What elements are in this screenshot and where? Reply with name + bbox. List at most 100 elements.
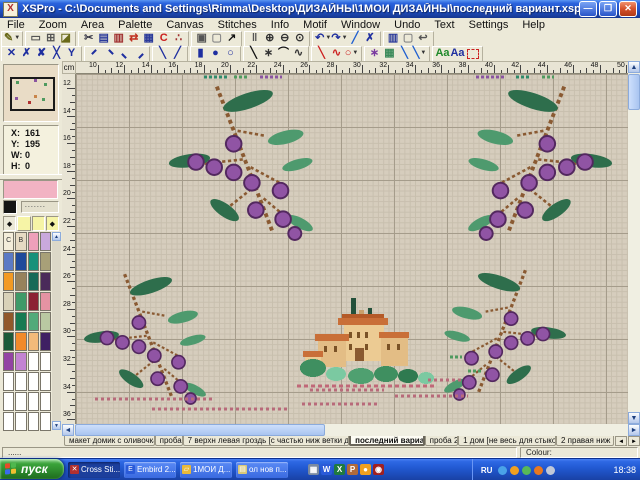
palette-swatch[interactable] — [28, 412, 39, 431]
menu-file[interactable]: File — [0, 19, 32, 31]
menu-window[interactable]: Window — [334, 19, 387, 31]
draw-line-tool-button[interactable]: ╱ — [348, 32, 363, 45]
palette-swatch[interactable] — [3, 252, 14, 271]
close-button[interactable]: ✕ — [619, 1, 637, 17]
olive-motif[interactable] — [466, 85, 613, 240]
three-quarter-stitch-1-button[interactable]: ✗ — [19, 47, 34, 60]
palette-swatch[interactable] — [3, 392, 14, 411]
flip-tool-button[interactable]: ⇄ — [126, 32, 141, 45]
palette-swatch[interactable] — [15, 372, 26, 391]
palette-swatch[interactable] — [40, 332, 51, 351]
scroll-right-icon[interactable]: ► — [628, 424, 640, 436]
palette-swatch[interactable] — [3, 352, 14, 371]
stitch-canvas[interactable] — [76, 74, 628, 424]
palette-swatch[interactable] — [40, 292, 51, 311]
black-thread-swatch[interactable] — [3, 200, 17, 214]
revert-button[interactable]: ↩ — [416, 32, 431, 45]
rotate-tool-button[interactable]: C — [156, 32, 171, 45]
palette-swatch[interactable] — [15, 412, 26, 431]
palette-scroll-down-icon[interactable]: ▼ — [52, 421, 61, 430]
pencil-tool-button[interactable]: ✎▼ — [4, 32, 20, 45]
palette-swatch[interactable] — [40, 252, 51, 271]
backstitch-line-button[interactable]: ╲ — [246, 47, 261, 60]
palette-swatch[interactable] — [28, 312, 39, 331]
palette-swatch[interactable] — [3, 272, 14, 291]
bead-button[interactable]: ○ — [223, 47, 238, 60]
current-color-swatch[interactable] — [3, 180, 58, 199]
import-motif-button[interactable]: ▥ — [386, 32, 401, 45]
scroll-left-icon[interactable]: ◄ — [62, 424, 74, 436]
olive-motif[interactable] — [168, 85, 315, 240]
palette-swatch[interactable] — [3, 412, 14, 431]
palette-swatch[interactable] — [28, 332, 39, 351]
palette-swatch[interactable] — [15, 392, 26, 411]
undo-button[interactable]: ↶▼ — [315, 32, 331, 45]
zoom-out-button[interactable]: ⊖ — [277, 32, 292, 45]
palette-swatch[interactable] — [28, 252, 39, 271]
pattern-tab[interactable]: последний вариант — [349, 436, 424, 446]
palette-swatch[interactable] — [40, 412, 51, 431]
new-page-button[interactable]: ▢ — [401, 32, 416, 45]
blend-diamond-icon[interactable]: ◆ — [3, 216, 16, 231]
half-stitch-back-button[interactable]: ╲ — [155, 47, 170, 60]
clone-select-tool-button[interactable]: ⊞ — [43, 32, 58, 45]
palette-swatch[interactable] — [40, 312, 51, 331]
palette-swatch[interactable] — [28, 232, 39, 251]
zoom-actual-button[interactable]: ⊙ — [292, 32, 307, 45]
red-app-icon[interactable]: ◉ — [373, 464, 384, 475]
photoshop-icon[interactable]: P — [347, 464, 358, 475]
menu-area[interactable]: Area — [74, 19, 111, 31]
palette-swatch[interactable]: C — [3, 232, 14, 251]
palette-scroll-up-icon[interactable]: ▲ — [52, 232, 61, 241]
quarter-stitch-4-button[interactable] — [132, 47, 147, 60]
delete-stitch-button[interactable]: ✗ — [363, 32, 378, 45]
tray-icon[interactable] — [510, 466, 519, 475]
circle-tool-dropdown-icon[interactable]: ▼ — [352, 47, 358, 60]
quarter-stitch-3-button[interactable] — [117, 47, 132, 60]
blue-line-2-button[interactable]: ╲▼ — [412, 47, 427, 60]
pattern-tab[interactable]: 2 правая ниж гр — [556, 436, 614, 446]
french-knot-button[interactable]: ● — [208, 47, 223, 60]
blend-swatch[interactable] — [32, 216, 45, 231]
blend-diamond-icon[interactable]: ◆ — [46, 216, 59, 231]
design-preview[interactable] — [3, 64, 59, 122]
text-tool-blue-button[interactable]: Aa — [450, 47, 465, 60]
palette-swatch[interactable] — [28, 272, 39, 291]
cut-tool-button[interactable]: ✂ — [81, 32, 96, 45]
zoom-in-button[interactable]: ⊕ — [262, 32, 277, 45]
palette-swatch[interactable] — [15, 292, 26, 311]
palette-swatch[interactable] — [3, 332, 14, 351]
scatter-tool-button[interactable]: ∴ — [171, 32, 186, 45]
tray-icon[interactable] — [534, 466, 543, 475]
minimize-button[interactable]: — — [579, 1, 597, 17]
vertical-scrollbar[interactable]: ▲ ▼ — [628, 61, 640, 424]
half-stitch-forward-button[interactable]: ╱ — [170, 47, 185, 60]
pattern-tab[interactable]: 1 дом [не весь для стыковки] — [458, 436, 556, 446]
half-cross-stitch-button[interactable]: ╳ — [49, 47, 64, 60]
menu-undo[interactable]: Undo — [387, 19, 427, 31]
red-curve-button[interactable]: ∿ — [329, 47, 344, 60]
quarter-stitch-2-button[interactable] — [102, 47, 117, 60]
media-icon[interactable]: ▦ — [308, 464, 319, 475]
special-stitch-button[interactable]: ∗ — [367, 47, 382, 60]
tray-icon[interactable] — [522, 466, 531, 475]
menu-info[interactable]: Info — [264, 19, 296, 31]
palette-swatch[interactable]: B — [15, 232, 26, 251]
redo-button[interactable]: ↷▼ — [331, 32, 347, 45]
vertical-scroll-thumb[interactable] — [628, 74, 640, 110]
eraser-tool-button[interactable]: ◪ — [58, 32, 73, 45]
pointer-arrow-button[interactable]: ↗ — [224, 32, 239, 45]
horizontal-scroll-thumb[interactable] — [75, 424, 325, 436]
palette-swatch[interactable] — [15, 332, 26, 351]
scroll-down-icon[interactable]: ▼ — [628, 412, 640, 424]
menu-zoom[interactable]: Zoom — [32, 19, 74, 31]
rect-select-tool-button[interactable]: ▭ — [28, 32, 43, 45]
excel-icon[interactable]: X — [334, 464, 345, 475]
quarter-stitch-1-button[interactable] — [87, 47, 102, 60]
house-motif[interactable] — [297, 298, 437, 386]
olive-motif[interactable] — [83, 273, 207, 404]
palette-swatch[interactable] — [28, 352, 39, 371]
palette-swatch[interactable] — [3, 312, 14, 331]
tray-icon[interactable] — [546, 466, 555, 475]
paste-tool-button[interactable]: ▥ — [111, 32, 126, 45]
